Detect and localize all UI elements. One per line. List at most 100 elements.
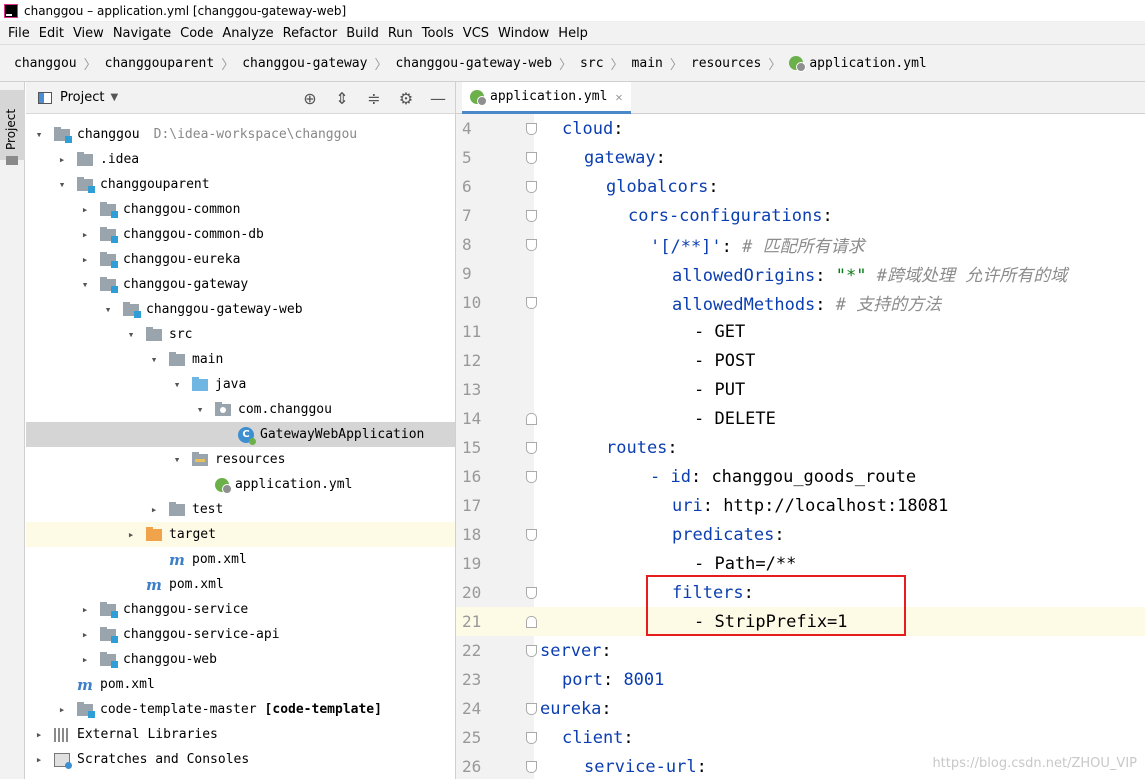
menu-help[interactable]: Help [554, 26, 592, 41]
fold-start-icon[interactable] [526, 210, 537, 222]
menu-run[interactable]: Run [384, 26, 417, 41]
tree-item[interactable]: ▾ changgou-gateway [26, 272, 455, 297]
fold-start-icon[interactable] [526, 732, 537, 744]
chevron-down-icon[interactable]: ▾ [170, 378, 184, 391]
code-line[interactable]: 18 predicates: [456, 520, 1145, 549]
tree-item[interactable]: m pom.xml [26, 672, 455, 697]
tree-item[interactable]: ▸ changgou-service-api [26, 622, 455, 647]
code-line[interactable]: 17 uri: http://localhost:18081 [456, 491, 1145, 520]
menu-edit[interactable]: Edit [35, 26, 68, 41]
code-line[interactable]: 8 '[/**]': # 匹配所有请求 [456, 230, 1145, 259]
code-line[interactable]: 15 routes: [456, 433, 1145, 462]
code-line[interactable]: 12 - POST [456, 346, 1145, 375]
tree-item[interactable]: ▸ target [26, 522, 455, 547]
chevron-right-icon[interactable]: ▸ [78, 253, 92, 266]
gear-icon[interactable]: ⚙ [397, 89, 415, 108]
chevron-right-icon[interactable]: ▸ [32, 753, 46, 766]
menu-tools[interactable]: Tools [418, 26, 458, 41]
code-area[interactable]: 4 cloud: 5 gateway: 6 globalcors: 7 cors-config… [456, 114, 1145, 779]
code-line[interactable]: 19 - Path=/** [456, 549, 1145, 578]
chevron-down-icon[interactable]: ▾ [124, 328, 138, 341]
tree-item[interactable]: m pom.xml [26, 547, 455, 572]
fold-start-icon[interactable] [526, 152, 537, 164]
chevron-down-icon[interactable]: ▾ [193, 403, 207, 416]
chevron-right-icon[interactable]: ▸ [78, 603, 92, 616]
code-line[interactable]: 25 client: [456, 723, 1145, 752]
chevron-right-icon[interactable]: ▸ [78, 228, 92, 241]
breadcrumb-item[interactable]: changgouparent 〉 [105, 54, 243, 73]
breadcrumb-item[interactable]: main 〉 [632, 54, 691, 73]
tree-item[interactable]: C GatewayWebApplication [26, 422, 455, 447]
tree-item[interactable]: ▸ test [26, 497, 455, 522]
collapse-all-icon[interactable]: ≑ [365, 89, 383, 108]
close-icon[interactable]: ✕ [615, 90, 622, 104]
chevron-right-icon[interactable]: ▸ [78, 653, 92, 666]
chevron-right-icon[interactable]: ▸ [78, 203, 92, 216]
menu-window[interactable]: Window [494, 26, 553, 41]
fold-start-icon[interactable] [526, 761, 537, 773]
menu-refactor[interactable]: Refactor [279, 26, 342, 41]
chevron-down-icon[interactable]: ▾ [32, 128, 46, 141]
tree-item[interactable]: ▾ changgou-gateway-web [26, 297, 455, 322]
locate-icon[interactable]: ⊕ [301, 89, 319, 108]
code-line[interactable]: 13 - PUT [456, 375, 1145, 404]
tree-item[interactable]: ▸ .idea [26, 147, 455, 172]
menu-vcs[interactable]: VCS [459, 26, 493, 41]
editor-tab-application-yml[interactable]: application.yml ✕ [462, 82, 631, 114]
menu-file[interactable]: File [4, 26, 34, 41]
tree-item[interactable]: ▾ com.changgou [26, 397, 455, 422]
tree-item[interactable]: ▸ changgou-web [26, 647, 455, 672]
chevron-down-icon[interactable]: ▾ [170, 453, 184, 466]
menu-view[interactable]: View [69, 26, 108, 41]
fold-start-icon[interactable] [526, 442, 537, 454]
tree-item[interactable]: application.yml [26, 472, 455, 497]
menu-navigate[interactable]: Navigate [109, 26, 175, 41]
tree-item[interactable]: ▾ changgou D:\idea-workspace\changgou [26, 122, 455, 147]
tree-item[interactable]: ▸ changgou-common [26, 197, 455, 222]
chevron-right-icon[interactable]: ▸ [55, 153, 69, 166]
menu-analyze[interactable]: Analyze [218, 26, 277, 41]
chevron-right-icon[interactable]: ▸ [32, 728, 46, 741]
code-line[interactable]: 10 allowedMethods: # 支持的方法 [456, 288, 1145, 317]
chevron-right-icon[interactable]: ▸ [124, 528, 138, 541]
code-line[interactable]: 5 gateway: [456, 143, 1145, 172]
breadcrumb-item[interactable]: application.yml [789, 56, 927, 72]
breadcrumb-item[interactable]: resources 〉 [691, 54, 789, 73]
tree-item[interactable]: ▾ changgouparent [26, 172, 455, 197]
fold-start-icon[interactable] [526, 529, 537, 541]
code-line[interactable]: 23 port: 8001 [456, 665, 1145, 694]
tree-item[interactable]: ▸ Scratches and Consoles [26, 747, 455, 772]
fold-start-icon[interactable] [526, 123, 537, 135]
breadcrumb-item[interactable]: changgou-gateway-web 〉 [395, 54, 580, 73]
code-line[interactable]: 6 globalcors: [456, 172, 1145, 201]
code-line[interactable]: 4 cloud: [456, 114, 1145, 143]
chevron-down-icon[interactable]: ▾ [55, 178, 69, 191]
tree-item[interactable]: ▸ code-template-master [code-template] [26, 697, 455, 722]
breadcrumb-item[interactable]: changgou-gateway 〉 [242, 54, 395, 73]
menu-code[interactable]: Code [176, 26, 217, 41]
chevron-right-icon[interactable]: ▸ [78, 628, 92, 641]
code-line[interactable]: 24 eureka: [456, 694, 1145, 723]
code-line[interactable]: 22 server: [456, 636, 1145, 665]
menu-build[interactable]: Build [342, 26, 383, 41]
tree-item[interactable]: ▾ main [26, 347, 455, 372]
chevron-right-icon[interactable]: ▸ [55, 703, 69, 716]
fold-start-icon[interactable] [526, 181, 537, 193]
code-line[interactable]: 9 allowedOrigins: "*" #跨域处理 允许所有的域 [456, 259, 1145, 288]
breadcrumb-item[interactable]: src 〉 [580, 54, 632, 73]
tree-item[interactable]: ▾ src [26, 322, 455, 347]
tree-item[interactable]: ▾ resources [26, 447, 455, 472]
project-view-selector[interactable]: Project [60, 90, 104, 105]
tree-item[interactable]: ▾ java [26, 372, 455, 397]
fold-end-icon[interactable] [526, 413, 537, 425]
breadcrumb-item[interactable]: changgou 〉 [14, 54, 105, 73]
chevron-down-icon[interactable]: ▾ [78, 278, 92, 291]
fold-start-icon[interactable] [526, 645, 537, 657]
tree-item[interactable]: ▸ changgou-eureka [26, 247, 455, 272]
fold-start-icon[interactable] [526, 471, 537, 483]
chevron-down-icon[interactable]: ▾ [101, 303, 115, 316]
fold-start-icon[interactable] [526, 703, 537, 715]
tree-item[interactable]: ▸ changgou-common-db [26, 222, 455, 247]
tree-item[interactable]: m pom.xml [26, 572, 455, 597]
project-tool-tab[interactable]: Project [0, 90, 25, 165]
